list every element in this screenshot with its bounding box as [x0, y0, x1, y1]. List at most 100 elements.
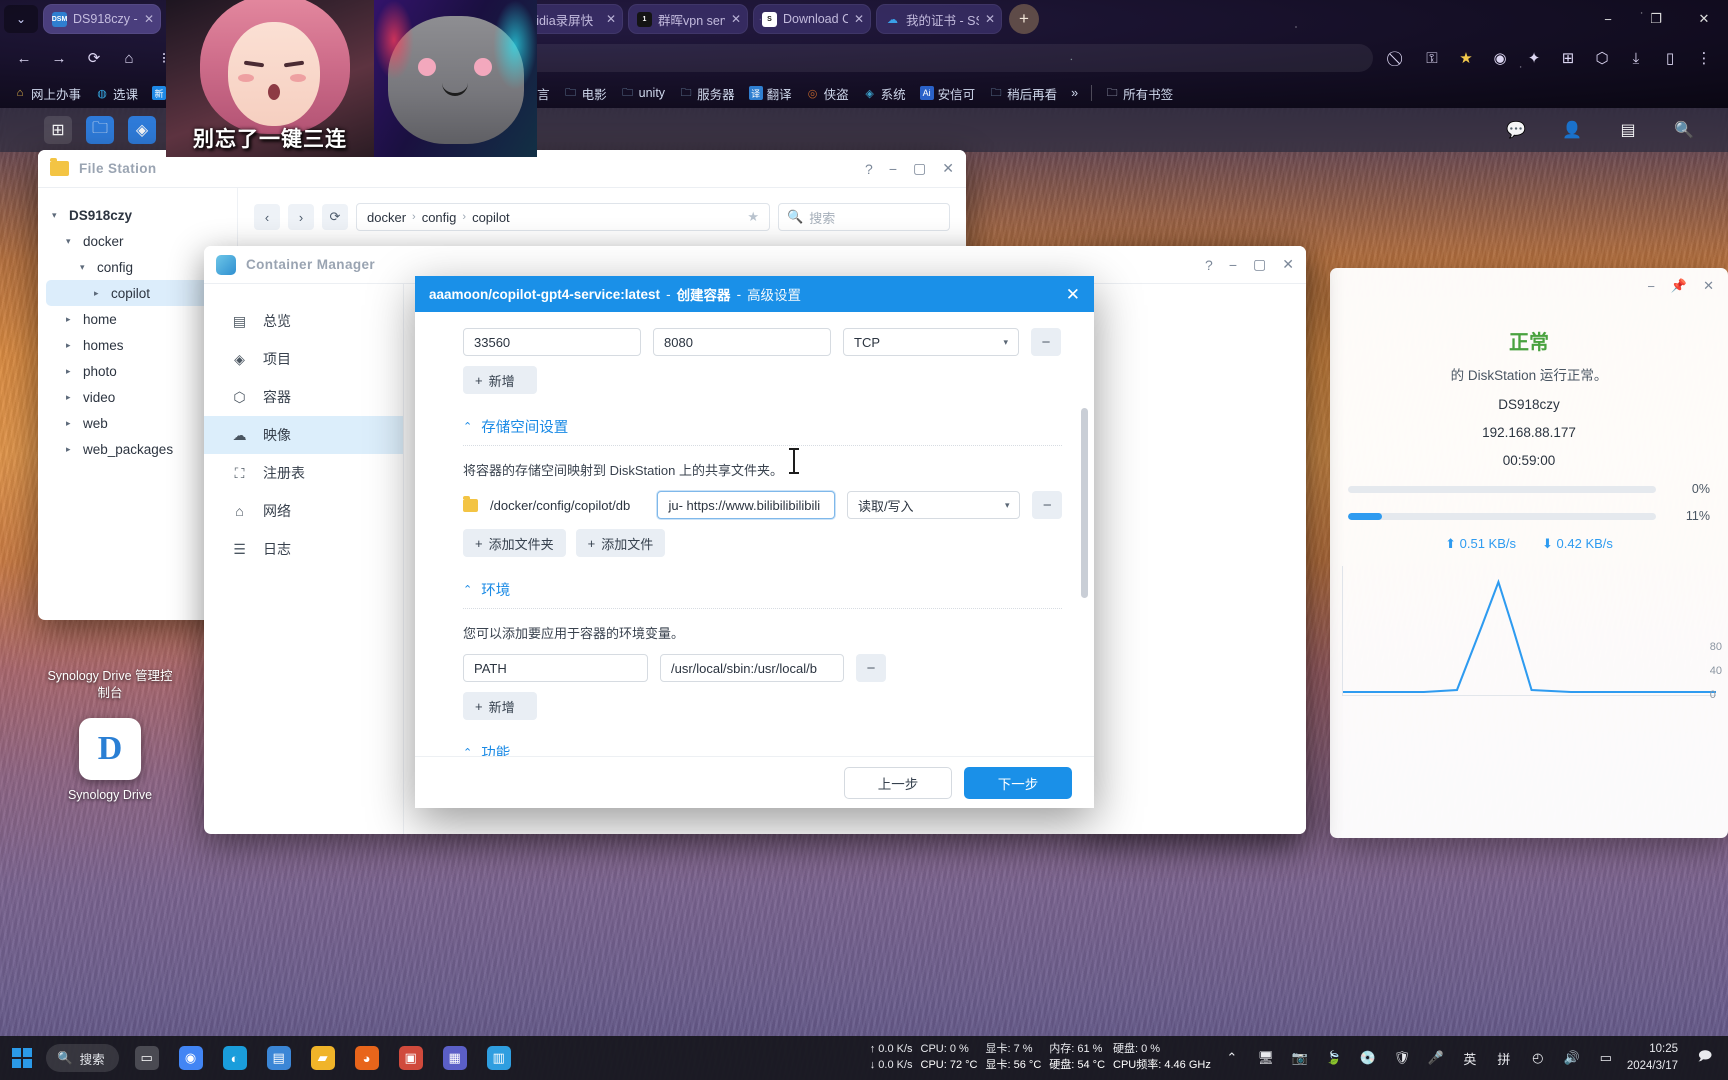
taskbar-app-firefox-icon[interactable]: ◕ [346, 1038, 388, 1078]
synology-drive-icon[interactable]: D [79, 717, 141, 780]
taskbar-app-photos-icon[interactable]: ▣ [390, 1038, 432, 1078]
caret-down-icon[interactable]: ▾ [80, 262, 91, 273]
caret-right-icon[interactable]: ▸ [66, 418, 77, 429]
chevron-up-icon[interactable]: ⌃ [1219, 1045, 1245, 1071]
help-button[interactable]: ? [1205, 257, 1213, 273]
file-tree-item-config[interactable]: ▾ config [46, 254, 229, 280]
extension-off-icon[interactable]: ⃠ [1382, 42, 1414, 74]
minimize-button[interactable]: − [889, 161, 897, 177]
mic-icon[interactable]: 🎤 [1423, 1045, 1449, 1071]
environment-section-header[interactable]: ⌃ 环境 [463, 579, 1062, 600]
container-manager-icon[interactable]: ◈ [128, 116, 156, 144]
file-station-icon[interactable]: 🗀 [86, 116, 114, 144]
cm-nav-映像[interactable]: ☁ 映像 [204, 416, 403, 454]
taskbar-app-chrome-icon[interactable]: ◉ [170, 1038, 212, 1078]
env-name-input[interactable]: PATH [463, 654, 648, 682]
widgets-icon[interactable]: ▤ [1614, 116, 1642, 144]
profile-icon[interactable]: ◉ [1484, 42, 1516, 74]
file-tree-item-homes[interactable]: ▸ homes [46, 332, 229, 358]
start-button[interactable] [0, 1036, 44, 1080]
caret-right-icon[interactable]: ▸ [66, 314, 77, 325]
cm-nav-注册表[interactable]: ⛶ 注册表 [204, 454, 403, 492]
maximize-button[interactable]: ▢ [913, 160, 926, 177]
caret-right-icon[interactable]: ▸ [66, 340, 77, 351]
browser-tab-close-6[interactable]: ✕ [854, 12, 864, 26]
remove-env-button[interactable]: − [856, 654, 886, 682]
battery-icon[interactable]: ▭ [1593, 1045, 1619, 1071]
taskbar-app-store-icon[interactable]: ▤ [258, 1038, 300, 1078]
user-icon[interactable]: 👤 [1558, 116, 1586, 144]
taskbar-app-screen-icon[interactable]: ▥ [478, 1038, 520, 1078]
bookmarks-overflow-button[interactable]: » [1064, 84, 1085, 102]
maximize-button[interactable]: ▢ [1253, 256, 1266, 273]
chat-icon[interactable]: 💬 [1502, 116, 1530, 144]
bookmark-0[interactable]: ⌂ 网上办事 [6, 82, 88, 105]
monitor-icon[interactable]: 🖥 [1253, 1045, 1279, 1071]
close-button[interactable]: ✕ [942, 160, 954, 177]
minimize-button[interactable]: − [1647, 279, 1655, 294]
file-tree-item-web[interactable]: ▸ web [46, 410, 229, 436]
taskbar-app-explorer-icon[interactable]: ▰ [302, 1038, 344, 1078]
local-port-input[interactable]: 33560 [463, 328, 641, 356]
ime-lang-indicator[interactable]: 英 [1457, 1045, 1483, 1071]
file-tree-item-home[interactable]: ▸ home [46, 306, 229, 332]
add-file-button[interactable]: + 添加文件 [575, 529, 666, 557]
bookmark-star-icon[interactable]: ★ [1450, 42, 1482, 74]
favorite-star-icon[interactable]: ★ [747, 209, 759, 225]
browser-tab-0[interactable]: DSM DS918czy - S ✕ [43, 4, 161, 34]
previous-step-button[interactable]: 上一步 [844, 766, 952, 799]
breadcrumb-item-1[interactable]: config [422, 210, 457, 225]
cm-nav-总览[interactable]: ▤ 总览 [204, 302, 403, 340]
browser-tab-close-4[interactable]: ✕ [606, 12, 616, 26]
caret-right-icon[interactable]: ▸ [66, 444, 77, 455]
file-station-search[interactable]: 🔍 搜索 [778, 203, 950, 231]
bookmark-14[interactable]: ◈ 系统 [856, 82, 913, 105]
help-button[interactable]: ? [865, 161, 873, 177]
shield-icon[interactable]: 🛡 [1389, 1045, 1415, 1071]
browser-tab-6[interactable]: S Download C ✕ [753, 4, 871, 34]
forward-icon[interactable]: → [43, 42, 75, 74]
host-mount-path[interactable]: /docker/config/copilot/db [490, 498, 645, 513]
breadcrumb-item-0[interactable]: docker [367, 210, 406, 225]
bookmark-9[interactable]: 🗀 电影 [557, 82, 614, 105]
browser-maximize-button[interactable]: ❐ [1632, 0, 1680, 38]
remove-port-button[interactable]: − [1031, 328, 1061, 356]
reload-icon[interactable]: ⟳ [78, 42, 110, 74]
breadcrumb[interactable]: docker › config › copilot ★ [356, 203, 770, 231]
shield-icon[interactable]: ⬡ [1586, 42, 1618, 74]
bookmark-1[interactable]: ◍ 选课 [88, 82, 145, 105]
cm-nav-网络[interactable]: ⌂ 网络 [204, 492, 403, 530]
browser-tab-close-5[interactable]: ✕ [731, 12, 741, 26]
bookmark-10[interactable]: 🗀 unity [614, 84, 672, 102]
add-env-button[interactable]: + 新增 [463, 692, 537, 720]
container-port-input[interactable]: 8080 [653, 328, 831, 356]
password-icon[interactable]: ⚿ [1416, 42, 1448, 74]
cm-nav-容器[interactable]: ⬡ 容器 [204, 378, 403, 416]
browser-tab-close-7[interactable]: ✕ [985, 12, 995, 26]
file-tree-item-video[interactable]: ▸ video [46, 384, 229, 410]
browser-tab-5[interactable]: 1 群晖vpn serv ✕ [628, 4, 748, 34]
bell-icon[interactable]: 🗩 [1692, 1045, 1718, 1071]
env-value-input[interactable]: /usr/local/sbin:/usr/local/b [660, 654, 844, 682]
close-button[interactable]: ✕ [1282, 256, 1294, 273]
bookmark-13[interactable]: ◎ 侠盗 [799, 82, 856, 105]
caret-right-icon[interactable]: ▸ [66, 392, 77, 403]
file-tree-item-DS918czy[interactable]: ▾ DS918czy [46, 202, 229, 228]
next-step-button[interactable]: 下一步 [964, 766, 1072, 799]
camera-icon[interactable]: 📷 [1287, 1045, 1313, 1071]
puzzle-icon[interactable]: ⊞ [1552, 42, 1584, 74]
file-tree-item-docker[interactable]: ▾ docker [46, 228, 229, 254]
caret-right-icon[interactable]: ▸ [94, 288, 105, 299]
mount-permission-select[interactable]: 读取/写入 ▾ [846, 491, 1021, 519]
container-mount-path-input[interactable]: ju- https://www.bilibilibilibili [657, 491, 835, 519]
wifi-icon[interactable]: ◴ [1525, 1045, 1551, 1071]
nav-forward-button[interactable]: › [288, 204, 314, 230]
dialog-scrollbar[interactable] [1081, 408, 1088, 598]
all-bookmarks-button[interactable]: 🗀 所有书签 [1098, 82, 1180, 105]
file-tree-item-copilot[interactable]: ▸ copilot [46, 280, 229, 306]
breadcrumb-item-2[interactable]: copilot [472, 210, 510, 225]
browser-menu-icon[interactable]: ⋮ [1688, 42, 1720, 74]
apps-grid-icon[interactable]: ⊞ [44, 116, 72, 144]
bookmark-16[interactable]: 🗀 稍后再看 [982, 82, 1064, 105]
back-icon[interactable]: ← [8, 42, 40, 74]
